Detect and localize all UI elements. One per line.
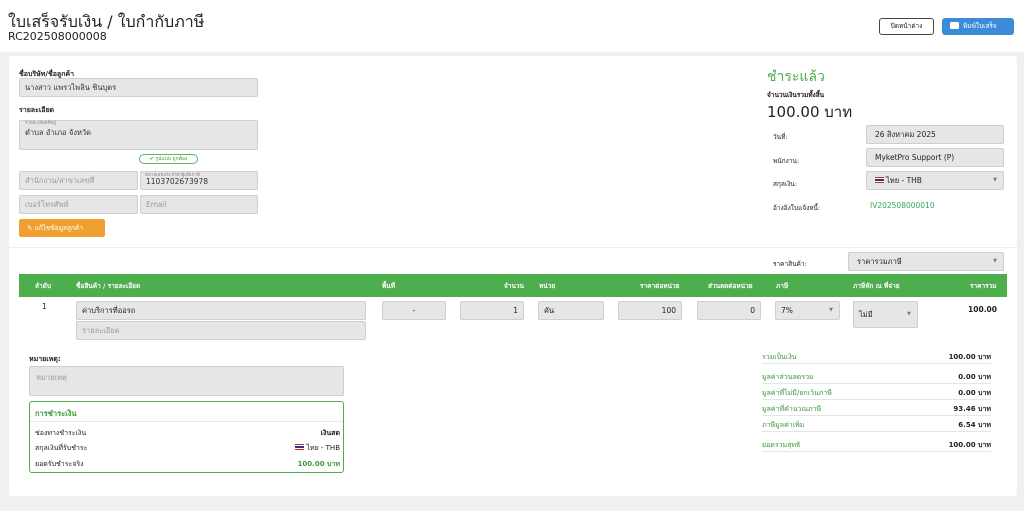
thai-flag-icon bbox=[875, 177, 884, 183]
col-total: ราคารวม bbox=[970, 282, 997, 290]
payment-channel-row: ช่องทางชำระเงิน เงินสด bbox=[35, 428, 340, 439]
edit-icon: ✎ bbox=[27, 224, 35, 232]
payment-amount-row: ยอดรับชำระจริง 100.00 บาท bbox=[35, 459, 340, 470]
area-field[interactable]: - bbox=[382, 301, 446, 320]
email-field[interactable]: Email bbox=[140, 195, 258, 214]
phone-field[interactable]: เบอร์โทรศัพท์ bbox=[19, 195, 138, 214]
totals-label: ยอดรวมสุทธิ bbox=[762, 441, 801, 449]
branch-field[interactable]: สำนักงาน/สาขาเลขที่ bbox=[19, 171, 138, 190]
staff-label: พนักงาน: bbox=[773, 157, 800, 165]
price-type-value: ราคารวมภาษี bbox=[857, 257, 902, 266]
totals-row: ภาษีมูลค่าเพิ่ม 6.54 บาท bbox=[762, 418, 991, 432]
totals-value: 100.00 บาท bbox=[948, 441, 991, 449]
items-table-header: ลำดับ ชื่อสินค้า / รายละเอียด พื้นที่ จำ… bbox=[19, 274, 1007, 297]
invoice-ref-label: อ้างอิงใบแจ้งหนี้: bbox=[773, 204, 821, 212]
edit-customer-label: แก้ไขข้อมูลลูกค้า bbox=[34, 224, 83, 232]
payment-title: การชำระเงิน bbox=[35, 409, 77, 418]
payment-status: ชำระแล้ว bbox=[767, 69, 825, 85]
totals-value: 0.00 บาท bbox=[958, 389, 991, 397]
date-label: วันที่: bbox=[773, 133, 788, 141]
verify-badge: ✔ รูปแบบ ถูกต้อง bbox=[139, 154, 198, 164]
address-sublabel: รายละเอียดที่อยู่ bbox=[25, 121, 56, 126]
verify-badge-label: รูปแบบ ถูกต้อง bbox=[155, 156, 188, 162]
wht-select-value: ไม่มี bbox=[859, 310, 873, 319]
payment-currency-label: สกุลเงินที่รับชำระ bbox=[35, 444, 88, 452]
totals-label: มูลค่าที่คำนวณภาษี bbox=[762, 405, 822, 413]
payment-channel-label: ช่องทางชำระเงิน bbox=[35, 429, 87, 437]
close-window-button[interactable]: ปิดหน้าต่าง bbox=[879, 18, 934, 35]
customer-name-field[interactable]: นางสาว แพรวไพลิน ชินบุตร bbox=[19, 78, 258, 97]
remark-field[interactable]: หมายเหตุ bbox=[29, 366, 344, 396]
currency-label: สกุลเงิน: bbox=[773, 180, 797, 188]
totals-row: มูลค่าที่ไม่มี/ยกเว้นภาษี 0.00 บาท bbox=[762, 386, 991, 400]
payment-channel-value: เงินสด bbox=[320, 429, 340, 437]
vat-select-value: 7% bbox=[781, 306, 793, 315]
totals-value: 93.46 บาท bbox=[953, 405, 991, 413]
section-divider bbox=[9, 247, 1017, 248]
totals-label: รวมเป็นเงิน bbox=[762, 353, 797, 361]
price-type-select[interactable]: ราคารวมภาษี ▼ bbox=[848, 252, 1004, 271]
product-detail-field[interactable]: รายละเอียด bbox=[76, 321, 366, 340]
edit-customer-button[interactable]: ✎ แก้ไขข้อมูลลูกค้า bbox=[19, 219, 105, 237]
grand-total-label: จำนวนเงินรวมทั้งสิ้น bbox=[767, 91, 825, 99]
qty-field[interactable]: 1 bbox=[460, 301, 524, 320]
totals-value: 6.54 บาท bbox=[958, 421, 991, 429]
col-qty: จำนวน bbox=[504, 282, 524, 290]
printer-icon bbox=[950, 22, 959, 29]
detail-label: รายละเอียด bbox=[19, 106, 55, 114]
document-number: RC202508000008 bbox=[8, 30, 107, 43]
col-unit: หน่วย bbox=[539, 282, 556, 290]
discount-field[interactable]: 0 bbox=[697, 301, 761, 320]
grand-total-value: 100.00 บาท bbox=[767, 103, 853, 121]
payment-amount-label: ยอดรับชำระจริง bbox=[35, 460, 84, 468]
remark-label: หมายเหตุ: bbox=[29, 355, 61, 363]
row-index: 1 bbox=[42, 302, 47, 311]
invoice-ref-link[interactable]: IV202508000010 bbox=[870, 201, 935, 210]
totals-label: ภาษีมูลค่าเพิ่ม bbox=[762, 421, 805, 429]
payment-amount-value: 100.00 บาท bbox=[297, 460, 340, 468]
totals-label: มูลค่าส่วนลดรวม bbox=[762, 373, 814, 381]
date-field[interactable]: 26 สิงหาคม 2025 bbox=[866, 125, 1004, 144]
totals-row: มูลค่าที่คำนวณภาษี 93.46 บาท bbox=[762, 402, 991, 416]
vat-select[interactable]: 7% ▼ bbox=[775, 301, 840, 320]
currency-select[interactable]: ไทย - THB ▼ bbox=[866, 171, 1004, 190]
payment-divider bbox=[30, 421, 343, 422]
payment-currency-value: ไทย - THB bbox=[306, 444, 340, 452]
chevron-down-icon: ▼ bbox=[907, 311, 911, 317]
currency-select-value: ไทย - THB bbox=[886, 176, 922, 185]
payment-currency-row: สกุลเงินที่รับชำระ ไทย - THB bbox=[35, 443, 340, 454]
totals-row: ยอดรวมสุทธิ 100.00 บาท bbox=[762, 438, 991, 452]
chevron-down-icon: ▼ bbox=[993, 258, 997, 264]
unit-price-field[interactable]: 100 bbox=[618, 301, 682, 320]
totals-row: มูลค่าส่วนลดรวม 0.00 บาท bbox=[762, 370, 991, 384]
col-unit-price: ราคาต่อหน่วย bbox=[640, 282, 680, 290]
product-field[interactable]: ค่าบริการที่ออรถ bbox=[76, 301, 366, 320]
thai-flag-icon bbox=[295, 444, 305, 450]
col-vat: ภาษี bbox=[776, 282, 789, 290]
col-product: ชื่อสินค้า / รายละเอียด bbox=[76, 282, 141, 290]
print-receipt-label: พิมพ์ใบเสร็จ bbox=[963, 22, 997, 30]
unit-field[interactable]: คัน bbox=[538, 301, 604, 320]
col-discount: ส่วนลดต่อหน่วย bbox=[708, 282, 753, 290]
totals-value: 100.00 บาท bbox=[948, 353, 991, 361]
staff-field[interactable]: MyketPro Support (P) bbox=[866, 148, 1004, 167]
col-wht: ภาษีหัก ณ ที่จ่าย bbox=[853, 282, 900, 290]
totals-value: 0.00 บาท bbox=[958, 373, 991, 381]
col-index: ลำดับ bbox=[35, 282, 51, 290]
page-header: ใบเสร็จรับเงิน / ใบกำกับภาษี RC202508000… bbox=[0, 0, 1024, 52]
col-area: พื้นที่ bbox=[382, 282, 396, 290]
wht-select[interactable]: ไม่มี ▼ bbox=[853, 301, 918, 328]
totals-label: มูลค่าที่ไม่มี/ยกเว้นภาษี bbox=[762, 389, 832, 397]
address-value: ตำบล อำเภอ จังหวัด bbox=[25, 128, 92, 137]
payment-currency-value-wrap: ไทย - THB bbox=[295, 443, 340, 454]
totals-row: รวมเป็นเงิน 100.00 บาท bbox=[762, 350, 991, 364]
payment-box: การชำระเงิน ช่องทางชำระเงิน เงินสด สกุลเ… bbox=[29, 401, 344, 473]
row-total: 100.00 bbox=[968, 305, 997, 314]
price-type-label: ราคาสินค้า: bbox=[773, 260, 807, 268]
tax-id-sublabel: หมายเลขประจำตัวผู้เสียภาษี bbox=[145, 173, 200, 178]
chevron-down-icon: ▼ bbox=[993, 177, 997, 183]
print-receipt-button[interactable]: พิมพ์ใบเสร็จ bbox=[942, 18, 1014, 35]
chevron-down-icon: ▼ bbox=[829, 307, 833, 313]
